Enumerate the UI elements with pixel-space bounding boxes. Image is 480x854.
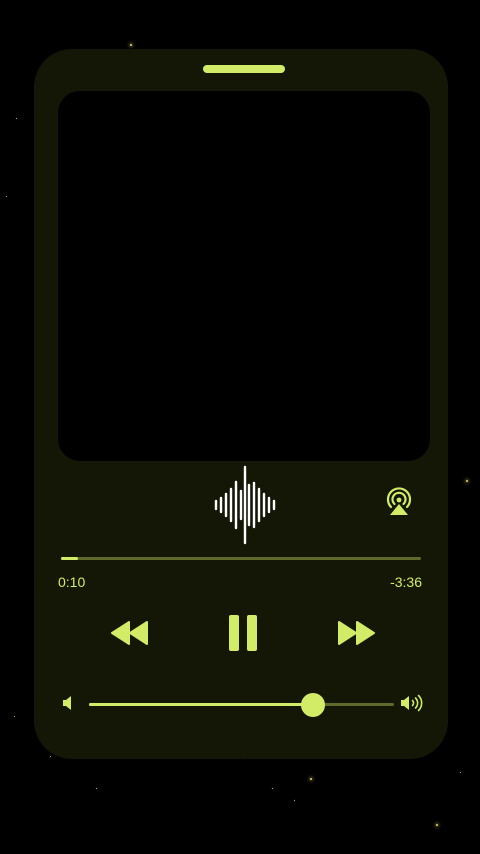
rewind-icon bbox=[111, 621, 148, 645]
album-art-area bbox=[58, 91, 430, 461]
volume-slider-fill bbox=[89, 703, 314, 706]
star bbox=[466, 480, 468, 482]
remaining-time: -3:36 bbox=[390, 574, 422, 590]
star bbox=[14, 716, 15, 717]
fast-forward-icon bbox=[338, 621, 375, 645]
pause-icon bbox=[229, 615, 257, 651]
star bbox=[460, 772, 461, 773]
phone-frame: 0:10 -3:36 bbox=[34, 49, 448, 759]
star bbox=[130, 44, 132, 46]
star bbox=[310, 778, 312, 780]
rewind-button[interactable] bbox=[110, 619, 150, 647]
star bbox=[436, 824, 438, 826]
playback-progress-bar[interactable] bbox=[61, 557, 421, 560]
volume-slider[interactable] bbox=[89, 693, 394, 717]
fast-forward-button[interactable] bbox=[336, 619, 376, 647]
volume-high-icon bbox=[401, 694, 423, 712]
music-player-wallpaper: 0:10 -3:36 bbox=[0, 0, 480, 854]
star bbox=[294, 800, 295, 801]
pause-button[interactable] bbox=[228, 614, 258, 652]
phone-notch bbox=[203, 65, 285, 73]
star bbox=[16, 118, 17, 119]
star bbox=[6, 196, 7, 197]
volume-slider-thumb[interactable] bbox=[301, 693, 326, 717]
elapsed-time: 0:10 bbox=[58, 574, 86, 590]
star bbox=[96, 788, 97, 789]
volume-low-icon bbox=[63, 696, 71, 710]
playback-progress-fill bbox=[61, 557, 78, 560]
star bbox=[272, 788, 273, 789]
star bbox=[50, 756, 51, 757]
airplay-audio-icon[interactable] bbox=[384, 487, 414, 517]
audio-waveform-icon bbox=[214, 465, 276, 545]
